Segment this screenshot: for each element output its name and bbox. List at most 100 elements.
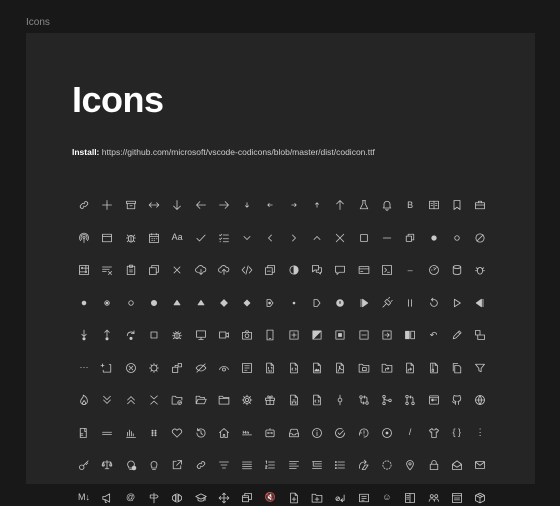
diff-added-icon[interactable]: [286, 327, 302, 343]
diff-modified-icon[interactable]: [309, 327, 325, 343]
list-flat-icon[interactable]: [239, 457, 255, 473]
empty-window-icon[interactable]: [99, 360, 115, 376]
note-icon[interactable]: [356, 490, 372, 506]
debug-reverse-continue-icon[interactable]: [449, 295, 465, 311]
chevron-right-icon[interactable]: [286, 230, 302, 246]
debug-step-into-icon[interactable]: [76, 327, 92, 343]
chrome-maximize-icon[interactable]: [356, 230, 372, 246]
cloud-upload-icon[interactable]: [216, 262, 232, 278]
device-desktop-icon[interactable]: [193, 327, 209, 343]
dashboard-icon[interactable]: [426, 262, 442, 278]
diff-ignored-icon[interactable]: [379, 327, 395, 343]
flame-icon[interactable]: [76, 392, 92, 408]
file-binary-icon[interactable]: [262, 360, 278, 376]
law-icon[interactable]: [99, 457, 115, 473]
folder-active-icon[interactable]: [169, 392, 185, 408]
credit-card-icon[interactable]: [356, 262, 372, 278]
json-icon[interactable]: { }: [449, 425, 465, 441]
debug-restart-icon[interactable]: [402, 295, 418, 311]
chevron-up-icon[interactable]: [309, 230, 325, 246]
device-camera-icon[interactable]: [239, 327, 255, 343]
debug-breakpoint-data-icon[interactable]: [99, 295, 115, 311]
file-symlink-directory-icon[interactable]: [379, 360, 395, 376]
discard-icon[interactable]: ↶: [426, 327, 442, 343]
briefcase-icon[interactable]: [472, 197, 488, 213]
debug-disconnect-icon[interactable]: [356, 295, 372, 311]
location-icon[interactable]: [402, 457, 418, 473]
diff-icon[interactable]: [402, 327, 418, 343]
exclude-icon[interactable]: [146, 360, 162, 376]
device-camera-video-icon[interactable]: [216, 327, 232, 343]
check-icon[interactable]: [193, 230, 209, 246]
clone-icon[interactable]: [146, 262, 162, 278]
chrome-minimize-icon[interactable]: [379, 230, 395, 246]
checklist-icon[interactable]: [216, 230, 232, 246]
git-merge-icon[interactable]: [379, 392, 395, 408]
arrow-small-down-icon[interactable]: [239, 197, 255, 213]
circuit-board-icon[interactable]: [76, 262, 92, 278]
debug-stackframe-active-icon[interactable]: [169, 295, 185, 311]
debug-breakpoint-function-icon[interactable]: [286, 295, 302, 311]
chevron-down-icon[interactable]: [239, 230, 255, 246]
arrow-small-up-icon[interactable]: [309, 197, 325, 213]
git-pull-request-icon[interactable]: [402, 392, 418, 408]
lock-icon[interactable]: [426, 457, 442, 473]
gist-secret-icon[interactable]: [286, 392, 302, 408]
grabber-icon[interactable]: [76, 425, 92, 441]
lightbulb-icon[interactable]: [146, 457, 162, 473]
list-filter-icon[interactable]: [216, 457, 232, 473]
file-symlink-file-icon[interactable]: [402, 360, 418, 376]
extensions-icon[interactable]: [169, 360, 185, 376]
color-mode-icon[interactable]: [286, 262, 302, 278]
mail-read-icon[interactable]: [449, 457, 465, 473]
arrow-down-icon[interactable]: [169, 197, 185, 213]
grip-icon[interactable]: [99, 425, 115, 441]
output-icon[interactable]: [449, 490, 465, 506]
fold-up-icon[interactable]: [123, 392, 139, 408]
clippy-icon[interactable]: [123, 262, 139, 278]
mortar-board-icon[interactable]: [193, 490, 209, 506]
files-icon[interactable]: [449, 360, 465, 376]
loading-icon[interactable]: [379, 457, 395, 473]
error-icon[interactable]: [123, 360, 139, 376]
gift-icon[interactable]: [262, 392, 278, 408]
jersey-icon[interactable]: [426, 425, 442, 441]
key-icon[interactable]: [76, 457, 92, 473]
github-action-icon[interactable]: [426, 392, 442, 408]
comment-discussion-icon[interactable]: [309, 262, 325, 278]
debug-step-out-icon[interactable]: [99, 327, 115, 343]
circle-icon[interactable]: [449, 230, 465, 246]
ellipsis-icon[interactable]: ···: [76, 360, 92, 376]
list-unordered-icon[interactable]: [332, 457, 348, 473]
case-sensitive-icon[interactable]: Aa: [169, 230, 185, 246]
eye-icon[interactable]: [216, 360, 232, 376]
clear-all-icon[interactable]: [99, 262, 115, 278]
close-all-icon[interactable]: [169, 262, 185, 278]
arrow-up-icon[interactable]: [332, 197, 348, 213]
gripper-icon[interactable]: [146, 425, 162, 441]
bookmark-icon[interactable]: [449, 197, 465, 213]
arrow-small-right-icon[interactable]: [286, 197, 302, 213]
database-icon[interactable]: [449, 262, 465, 278]
file-submodule-icon[interactable]: [356, 360, 372, 376]
markdown-icon[interactable]: M↓: [76, 490, 92, 506]
link-icon[interactable]: [76, 197, 92, 213]
megaphone-icon[interactable]: [99, 490, 115, 506]
file-zip-icon[interactable]: [426, 360, 442, 376]
git-commit-icon[interactable]: [332, 392, 348, 408]
new-folder-icon[interactable]: [309, 490, 325, 506]
info-icon[interactable]: [309, 425, 325, 441]
diff-renamed-icon[interactable]: [356, 327, 372, 343]
gist-icon[interactable]: [309, 392, 325, 408]
bug-icon[interactable]: [123, 230, 139, 246]
list-selection-icon[interactable]: [286, 457, 302, 473]
octoface-icon[interactable]: ☺: [379, 490, 395, 506]
eye-closed-icon[interactable]: [193, 360, 209, 376]
home-icon[interactable]: [216, 425, 232, 441]
debug-start-icon[interactable]: [426, 295, 442, 311]
move-icon[interactable]: [216, 490, 232, 506]
debug-breakpoint-unverified-icon[interactable]: [123, 295, 139, 311]
inbox-icon[interactable]: [286, 425, 302, 441]
debug-pause-icon[interactable]: [379, 295, 395, 311]
browser-icon[interactable]: [99, 230, 115, 246]
